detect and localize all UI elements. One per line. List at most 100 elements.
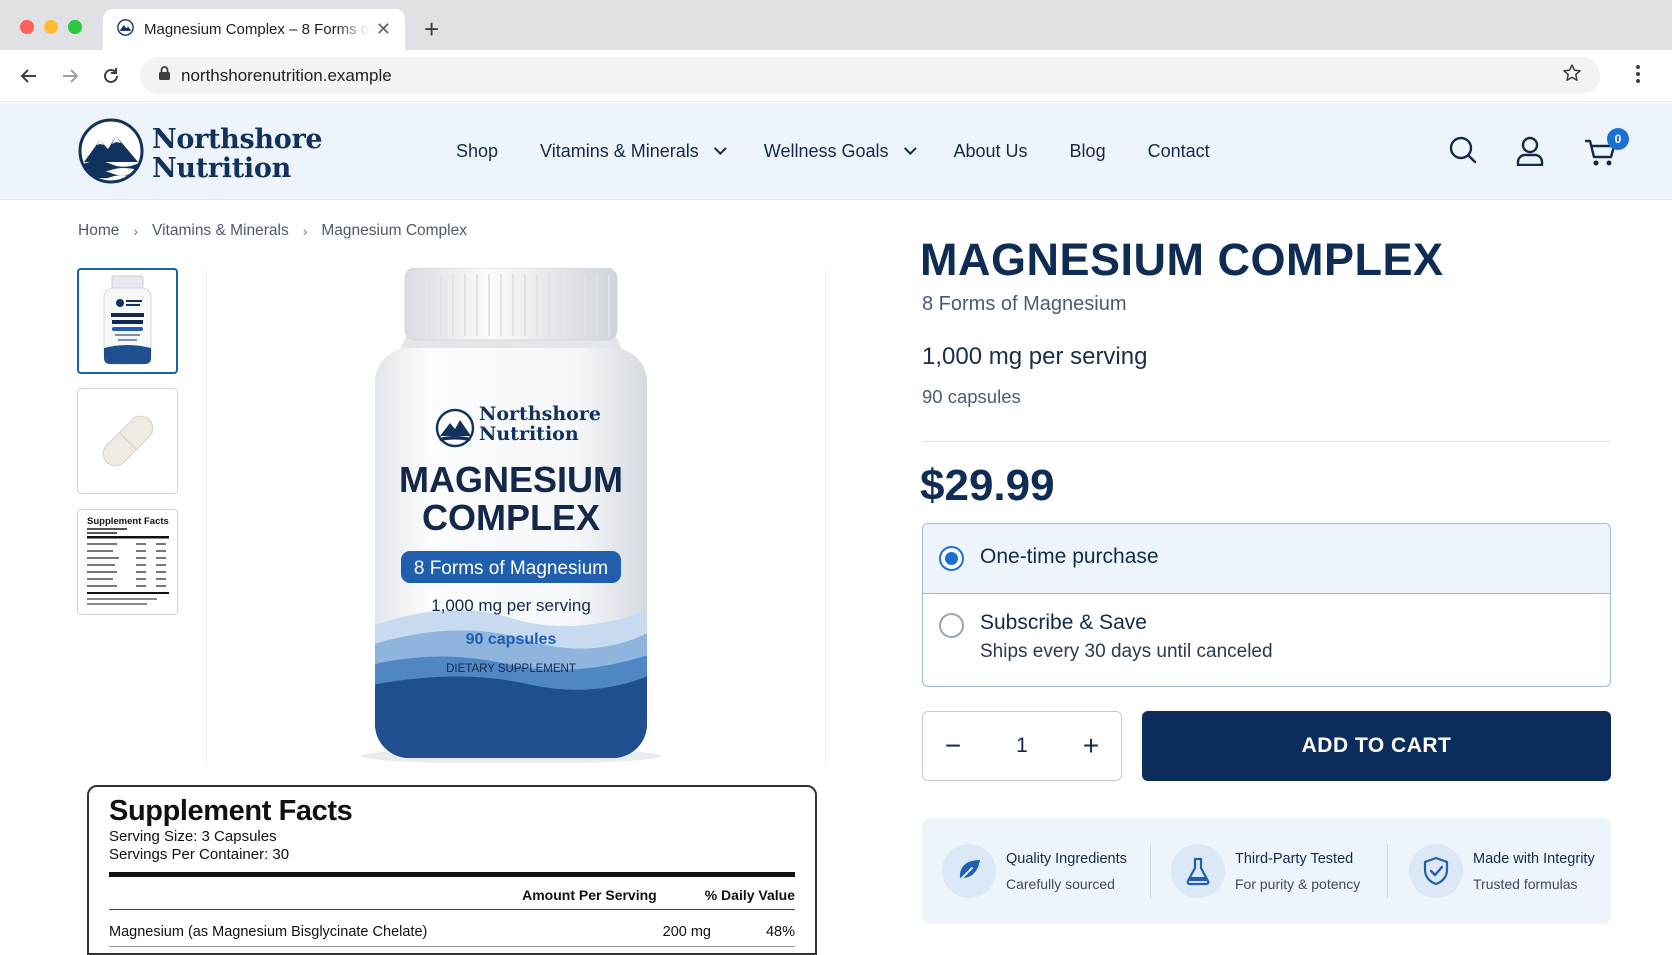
lock-icon[interactable] — [158, 65, 171, 86]
option-subscribe-description: Ships every 30 days until canceled — [980, 641, 1273, 662]
breadcrumb-home[interactable]: Home — [78, 222, 119, 240]
account-icon[interactable] — [1516, 136, 1544, 171]
breadcrumb-separator: › — [302, 223, 308, 239]
close-window-button[interactable] — [20, 20, 34, 34]
product-count: 90 capsules — [922, 386, 1021, 407]
nav-vitamins-label: Vitamins & Minerals — [540, 141, 699, 161]
url-text[interactable]: northshorenutrition.example — [181, 66, 392, 86]
browser-tab-strip: Magnesium Complex – 8 Forms of Magnesium… — [0, 0, 1672, 50]
chevron-down-icon — [903, 142, 917, 156]
facts-serving-size: Serving Size: 3 Capsules — [109, 828, 277, 845]
maximize-window-button[interactable] — [68, 20, 82, 34]
star-icon[interactable] — [1562, 63, 1582, 89]
nav-shop[interactable]: Shop — [456, 141, 498, 162]
bottle-brand-line2: Nutrition — [479, 423, 579, 445]
purchase-options: One-time purchase Subscribe & Save Ships… — [922, 523, 1611, 687]
thumbnail-supplement-facts[interactable]: Supplement Facts — [77, 509, 178, 615]
chevron-down-icon — [713, 142, 727, 156]
breadcrumb-category[interactable]: Vitamins & Minerals — [152, 222, 289, 240]
product-title: MAGNESIUM COMPLEX — [920, 234, 1444, 285]
feature-title: Third-Party Tested — [1235, 850, 1354, 867]
site-header: Northshore Nutrition Shop Vitamins & Min… — [0, 103, 1672, 200]
brand-name-line1: Northshore — [152, 123, 323, 155]
thumbnail-capsule[interactable] — [77, 388, 178, 494]
bottle-count: 90 capsules — [466, 631, 557, 648]
nav-blog-label: Blog — [1069, 141, 1106, 161]
feature-subtitle: Trusted formulas — [1473, 875, 1578, 892]
breadcrumb: Home › Vitamins & Minerals › Magnesium C… — [78, 222, 467, 240]
facts-row-amount: 200 mg — [662, 924, 711, 940]
breadcrumb-separator: › — [133, 223, 139, 239]
more-vert-icon[interactable] — [1634, 64, 1642, 84]
product-subtitle: 8 Forms of Magnesium — [922, 293, 1127, 315]
leaf-icon — [942, 844, 996, 898]
option-subscribe-label: Subscribe & Save — [980, 611, 1147, 634]
option-one-time-purchase[interactable]: One-time purchase — [923, 524, 1610, 594]
nav-about-label: About Us — [953, 141, 1028, 161]
reload-icon[interactable] — [97, 62, 125, 90]
quantity-increase-button[interactable]: + — [1079, 732, 1103, 760]
facts-row: Magnesium (as Magnesium Bisglycinate Che… — [109, 910, 795, 947]
address-bar[interactable]: northshorenutrition.example — [140, 57, 1600, 94]
feature-subtitle: Carefully sourced — [1006, 875, 1115, 892]
radio-selected-icon[interactable] — [939, 546, 964, 571]
shield-check-icon — [1409, 844, 1463, 898]
bottle-type: DIETARY SUPPLEMENT — [446, 663, 576, 675]
nav-contact[interactable]: Contact — [1148, 141, 1210, 162]
feature-title: Made with Integrity — [1473, 850, 1595, 867]
main-nav: Shop Vitamins & Minerals Wellness Goals … — [456, 141, 1252, 162]
tab-title: Magnesium Complex – 8 Forms of Magnesium — [144, 21, 370, 38]
nav-wellness-label: Wellness Goals — [763, 141, 889, 161]
feature-third-party-tested: Third-Party Tested For purity & potency — [1171, 818, 1360, 924]
product-price: $29.99 — [920, 461, 1055, 510]
feature-title: Quality Ingredients — [1006, 850, 1127, 867]
mountain-logo-icon — [78, 118, 144, 189]
breadcrumb-current: Magnesium Complex — [321, 222, 467, 239]
product-bottle-image: Northshore Nutrition MAGNESIUM COMPLEX 8… — [361, 267, 661, 764]
thumbnail-facts-label: Supplement Facts — [87, 516, 169, 527]
feature-divider — [1150, 844, 1151, 898]
facts-row-dv: 48% — [765, 924, 795, 940]
back-arrow-icon[interactable] — [15, 62, 43, 90]
supplement-facts-panel: Supplement Facts Serving Size: 3 Capsule… — [87, 785, 817, 955]
bottle-name-line2: COMPLEX — [422, 497, 600, 538]
search-icon[interactable] — [1449, 136, 1477, 169]
nav-vitamins-minerals[interactable]: Vitamins & Minerals — [540, 141, 727, 162]
browser-toolbar: northshorenutrition.example — [0, 50, 1672, 102]
facts-servings-per-container: Servings Per Container: 30 — [109, 846, 290, 863]
nav-wellness-goals[interactable]: Wellness Goals — [763, 141, 917, 162]
facts-title: Supplement Facts — [109, 795, 353, 827]
forward-arrow-icon[interactable] — [56, 62, 84, 90]
nav-shop-label: Shop — [456, 141, 499, 161]
facts-header-row: Amount Per Serving % Daily Value — [109, 877, 795, 910]
browser-tab[interactable]: Magnesium Complex – 8 Forms of Magnesium… — [103, 9, 405, 50]
site-logo[interactable]: Northshore Nutrition — [78, 118, 323, 189]
nav-blog[interactable]: Blog — [1070, 141, 1106, 162]
favicon-icon — [117, 18, 134, 41]
cart-count-badge: 0 — [1607, 128, 1629, 150]
product-main-image[interactable]: Northshore Nutrition MAGNESIUM COMPLEX 8… — [206, 267, 826, 764]
option-one-time-label: One-time purchase — [980, 545, 1159, 568]
quantity-decrease-button[interactable]: − — [941, 732, 965, 760]
quantity-stepper: − 1 + — [922, 711, 1122, 781]
facts-col-dv: % Daily Value — [704, 887, 795, 903]
nav-about-us[interactable]: About Us — [954, 141, 1028, 162]
feature-quality-ingredients: Quality Ingredients Carefully sourced — [942, 818, 1127, 924]
facts-row-name: Magnesium (as Magnesium Bisglycinate Che… — [109, 924, 428, 940]
quantity-value[interactable]: 1 — [1016, 734, 1028, 758]
bottle-name-line1: MAGNESIUM — [399, 459, 623, 500]
add-to-cart-button[interactable]: ADD TO CART — [1142, 711, 1611, 781]
minimize-window-button[interactable] — [44, 20, 58, 34]
feature-made-with-integrity: Made with Integrity Trusted formulas — [1409, 818, 1595, 924]
thumbnail-bottle[interactable] — [77, 268, 178, 374]
radio-unselected-icon[interactable] — [939, 613, 964, 638]
divider — [922, 441, 1611, 442]
facts-col-amount: Amount Per Serving — [522, 887, 657, 903]
option-subscribe-save[interactable]: Subscribe & Save Ships every 30 days unt… — [923, 594, 1610, 686]
tab-close-icon[interactable]: ✕ — [376, 19, 391, 40]
product-dose: 1,000 mg per serving — [922, 343, 1148, 370]
bottle-band-text: 8 Forms of Magnesium — [414, 558, 608, 579]
new-tab-button[interactable]: + — [424, 16, 439, 42]
nav-contact-label: Contact — [1147, 141, 1210, 161]
brand-name-line2: Nutrition — [152, 152, 291, 184]
